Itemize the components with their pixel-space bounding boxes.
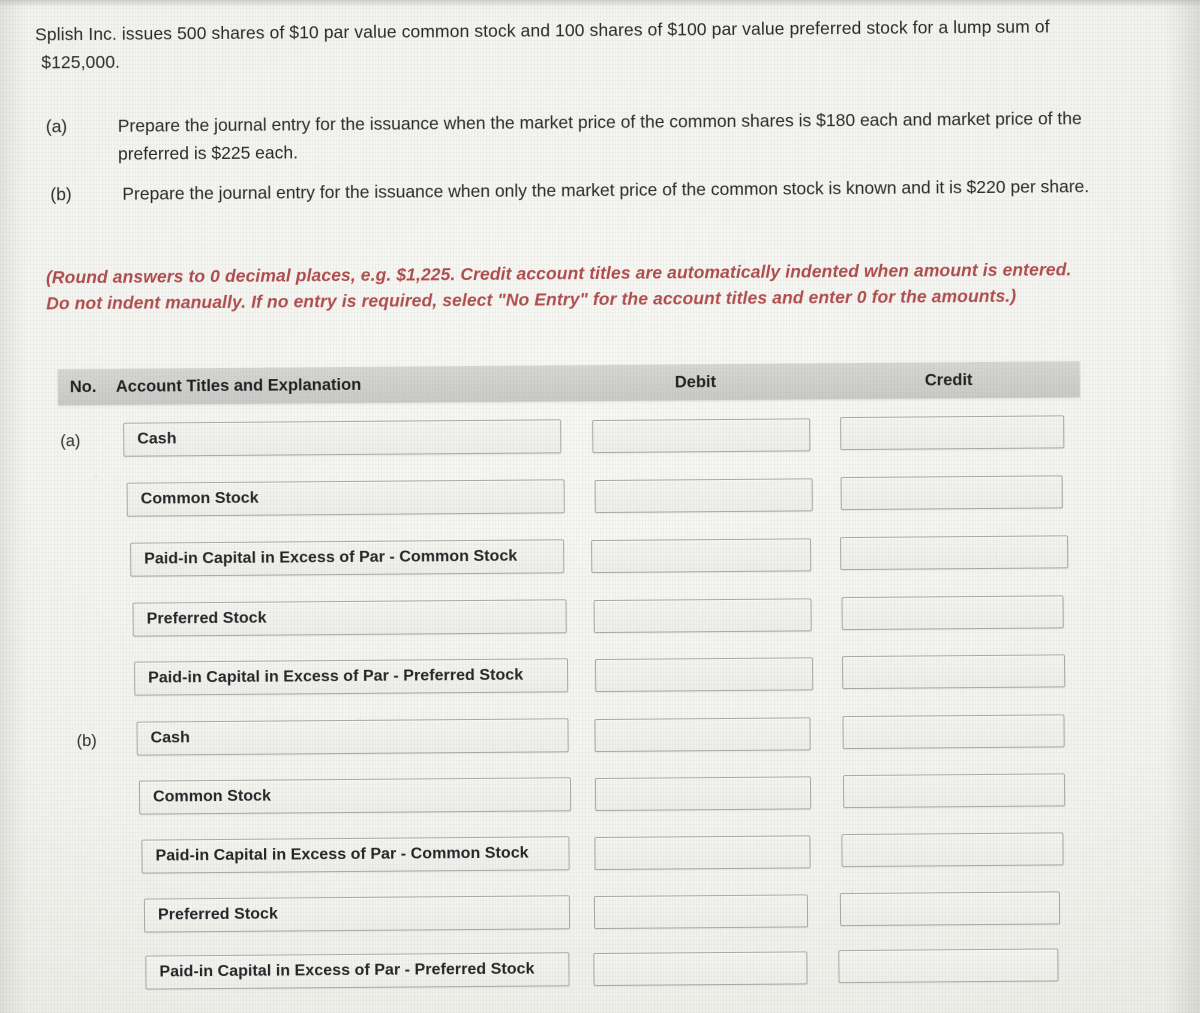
debit-input[interactable] <box>594 478 813 514</box>
debit-input[interactable] <box>594 717 811 753</box>
account-title-value: Paid-in Capital in Excess of Par - Commo… <box>144 547 518 568</box>
account-title-select[interactable]: Preferred Stock <box>132 599 567 637</box>
credit-input[interactable] <box>841 595 1064 631</box>
column-header-credit: Credit <box>924 371 973 390</box>
credit-input[interactable] <box>838 948 1059 984</box>
row-number-a: (a) <box>60 432 81 451</box>
debit-input[interactable] <box>594 657 814 693</box>
account-title-value: Cash <box>150 729 190 747</box>
debit-input[interactable] <box>592 418 811 454</box>
debit-input[interactable] <box>594 835 811 871</box>
account-title-value: Paid-in Capital in Excess of Par - Commo… <box>155 844 529 865</box>
account-title-select[interactable]: Paid-in Capital in Excess of Par - Prefe… <box>133 658 569 696</box>
account-title-value: Common Stock <box>140 489 259 508</box>
account-title-select[interactable]: Paid-in Capital in Excess of Par - Commo… <box>130 539 565 577</box>
credit-input[interactable] <box>840 415 1065 451</box>
credit-input[interactable] <box>842 773 1066 809</box>
account-title-value: Paid-in Capital in Excess of Par - Prefe… <box>159 960 535 981</box>
account-title-select[interactable]: Cash <box>123 419 562 457</box>
table-header-row: No. Account Titles and Explanation Debit… <box>57 361 1080 406</box>
column-header-debit: Debit <box>674 373 717 392</box>
account-title-select[interactable]: Paid-in Capital in Excess of Par - Commo… <box>141 836 570 874</box>
credit-input[interactable] <box>841 832 1064 868</box>
credit-input[interactable] <box>841 654 1066 690</box>
credit-input[interactable] <box>839 891 1061 927</box>
credit-input[interactable] <box>840 535 1069 571</box>
debit-input[interactable] <box>591 538 812 574</box>
account-title-select[interactable]: Preferred Stock <box>143 895 571 933</box>
account-title-value: Common Stock <box>152 787 272 806</box>
column-header-no: No. <box>69 377 97 397</box>
account-title-select[interactable]: Common Stock <box>138 777 572 815</box>
credit-input[interactable] <box>840 475 1063 511</box>
photographed-screen: Splish Inc. issues 500 shares of $10 par… <box>0 0 1200 1013</box>
row-number-b: (b) <box>76 731 97 751</box>
debit-input[interactable] <box>594 776 812 812</box>
journal-entry-table: No. Account Titles and Explanation Debit… <box>0 0 1200 1013</box>
debit-input[interactable] <box>593 894 809 930</box>
account-title-select[interactable]: Common Stock <box>126 479 565 517</box>
account-title-select[interactable]: Cash <box>136 718 569 756</box>
account-title-value: Paid-in Capital in Excess of Par - Prefe… <box>148 666 524 687</box>
credit-input[interactable] <box>842 714 1065 750</box>
account-title-value: Preferred Stock <box>157 905 278 924</box>
worksheet-page: Splish Inc. issues 500 shares of $10 par… <box>0 0 1200 1013</box>
debit-input[interactable] <box>593 598 812 634</box>
account-title-value: Cash <box>137 430 177 448</box>
debit-input[interactable] <box>593 951 808 987</box>
column-header-account: Account Titles and Explanation <box>115 375 362 396</box>
account-title-select[interactable]: Paid-in Capital in Excess of Par - Prefe… <box>145 952 570 990</box>
account-title-value: Preferred Stock <box>146 609 267 628</box>
